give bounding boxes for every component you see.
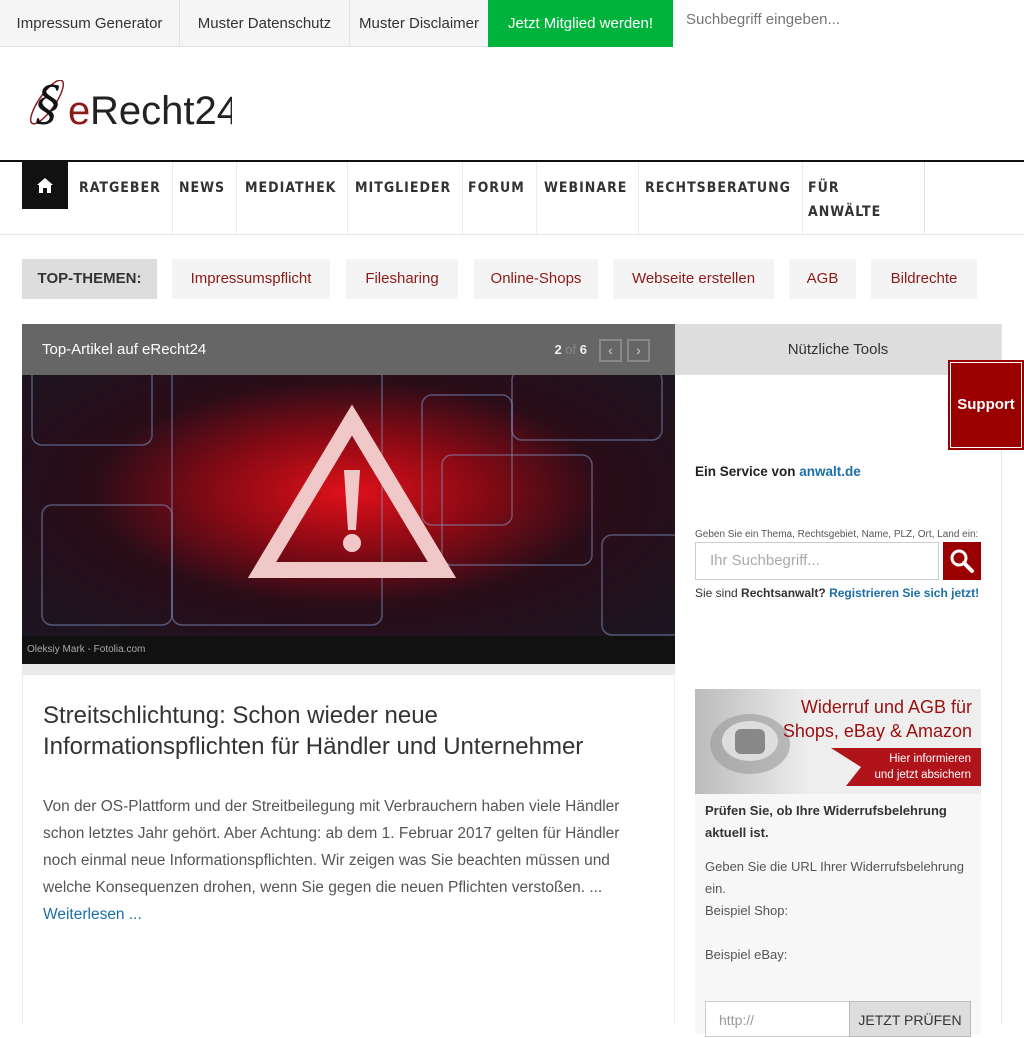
slider-title: Top-Artikel auf eRecht24 [42, 341, 207, 358]
banner-line: Widerruf und AGB für [800, 697, 972, 717]
example-shop: Beispiel Shop: [705, 903, 789, 918]
logo-image: § e Recht24 [29, 76, 239, 133]
top-themes-label: TOP-THEMEN: [22, 259, 157, 299]
next-arrow-icon[interactable]: › [627, 339, 650, 362]
lawyer-search-input[interactable]: Ihr Suchbegriff... [695, 542, 939, 580]
nav-fuer-anwaelte[interactable]: FÜR ANWÄLTE [797, 162, 892, 234]
check-button[interactable]: JETZT PRÜFEN [849, 1001, 971, 1037]
top-bar: Impressum Generator Muster Datenschutz M… [0, 0, 1024, 47]
example-ebay: Beispiel eBay: [705, 947, 788, 962]
nav-ratgeber[interactable]: RATGEBER [68, 162, 173, 234]
search-button[interactable] [943, 542, 981, 580]
search-icon [950, 549, 974, 573]
nav-bottom-border [0, 234, 1024, 235]
nav-webinare[interactable]: WEBINARE [533, 162, 640, 234]
muster-datenschutz-link[interactable]: Muster Datenschutz [180, 0, 350, 47]
muster-disclaimer-link[interactable]: Muster Disclaimer [350, 0, 488, 47]
article-title[interactable]: Streitschlichtung: Schon wieder neue Inf… [43, 700, 643, 762]
impressum-generator-link[interactable]: Impressum Generator [0, 0, 180, 47]
read-more-link[interactable]: Weiterlesen ... [43, 906, 142, 923]
nav-label: FÜR [808, 180, 840, 196]
svg-text:Recht24: Recht24 [90, 89, 232, 133]
widerruf-check-box: Prüfen Sie, ob Ihre Widerrufsbelehrung a… [695, 794, 981, 1037]
nav-forum[interactable]: FORUM [457, 162, 537, 234]
nav-news[interactable]: NEWS [168, 162, 238, 234]
main-nav: RATGEBER NEWS MEDIATHEK MITGLIEDER FORUM… [22, 162, 925, 234]
nav-mediathek[interactable]: MEDIATHEK [234, 162, 349, 234]
warning-icon [31, 375, 675, 636]
banner-ribbon: Hier informieren und jetzt absichern [831, 748, 981, 786]
home-icon [37, 178, 53, 193]
image-caption: Oleksiy Mark - Fotolia.com [22, 636, 675, 664]
article-image[interactable] [22, 375, 675, 636]
service-label: Ein Service von [695, 464, 800, 479]
ribbon-line: Hier informieren [889, 753, 971, 765]
banner-headline: Widerruf und AGB für Shops, eBay & Amazon [783, 695, 972, 743]
slider-header: Top-Artikel auf eRecht24 2 of 6 ‹ › [22, 324, 675, 375]
theme-filesharing[interactable]: Filesharing [346, 259, 458, 299]
article-text: Von der OS-Plattform und der Streitbeile… [43, 798, 620, 896]
anwalt-link[interactable]: anwalt.de [799, 464, 861, 479]
home-button[interactable] [22, 162, 68, 209]
theme-agb[interactable]: AGB [789, 259, 856, 299]
ribbon-line: und jetzt absichern [874, 769, 971, 781]
support-button[interactable]: Support [948, 360, 1024, 450]
register-link[interactable]: Registrieren Sie sich jetzt! [829, 586, 979, 600]
url-input[interactable]: http:// [705, 1001, 850, 1037]
check-heading: Prüfen Sie, ob Ihre Widerrufsbelehrung a… [705, 803, 947, 840]
article-slider: Top-Artikel auf eRecht24 2 of 6 ‹ › Olek… [22, 324, 675, 675]
current-page: 2 [554, 342, 562, 357]
search-input[interactable] [673, 0, 1024, 47]
svg-text:e: e [68, 89, 90, 133]
nav-label: ANWÄLTE [808, 204, 882, 220]
nav-rechtsberatung[interactable]: RECHTSBERATUNG [634, 162, 804, 234]
lawyer-text: Sie sind [695, 586, 742, 600]
nav-mitglieder[interactable]: MITGLIEDER [344, 162, 464, 234]
search-label: Geben Sie ein Thema, Rechtsgebiet, Name,… [695, 529, 979, 540]
slider-pagination: 2 of 6 [554, 324, 587, 375]
prev-arrow-icon[interactable]: ‹ [599, 339, 622, 362]
of-label: of [565, 342, 577, 357]
check-text: Geben Sie die URL Ihrer Widerrufsbelehru… [705, 859, 964, 896]
join-button[interactable]: Jetzt Mitglied werden! [488, 0, 673, 47]
theme-webseite-erstellen[interactable]: Webseite erstellen [613, 259, 774, 299]
theme-impressumspflicht[interactable]: Impressumspflicht [172, 259, 330, 299]
theme-bildrechte[interactable]: Bildrechte [871, 259, 977, 299]
svg-text:§: § [36, 80, 60, 132]
widerruf-banner[interactable]: Widerruf und AGB für Shops, eBay & Amazon… [695, 689, 981, 794]
total-pages: 6 [579, 342, 587, 357]
banner-line: Shops, eBay & Amazon [782, 721, 972, 741]
theme-online-shops[interactable]: Online-Shops [474, 259, 598, 299]
logo[interactable]: § e Recht24 [22, 76, 239, 134]
article-teaser: Streitschlichtung: Schon wieder neue Inf… [22, 675, 675, 1024]
service-note: Ein Service von anwalt.de [695, 464, 861, 479]
article-body: Von der OS-Plattform und der Streitbeile… [43, 793, 643, 928]
lawyer-bold: Rechtsanwalt? [741, 586, 826, 600]
lawyer-register: Sie sind Rechtsanwalt? Registrieren Sie … [695, 586, 979, 600]
